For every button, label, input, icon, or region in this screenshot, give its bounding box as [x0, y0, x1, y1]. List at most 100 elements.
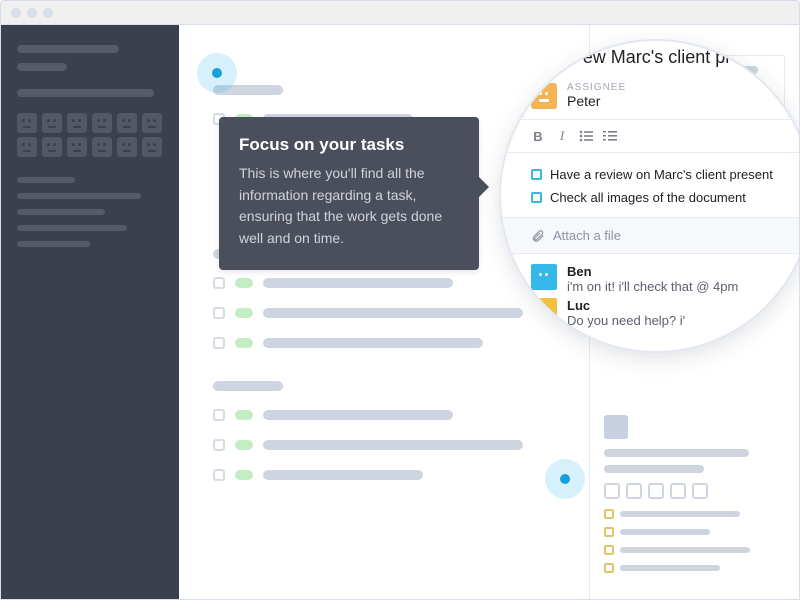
- bold-icon[interactable]: B: [531, 129, 545, 144]
- avatar-icon[interactable]: [117, 137, 137, 157]
- window-min-dot[interactable]: [27, 8, 37, 18]
- checkbox-icon[interactable]: [213, 277, 225, 289]
- checkbox-icon[interactable]: [213, 337, 225, 349]
- checklist-item[interactable]: [604, 527, 785, 537]
- sidebar-project-item[interactable]: [17, 225, 127, 231]
- checkbox-icon[interactable]: [531, 192, 542, 203]
- subtask-item[interactable]: Have a review on Marc's client present: [531, 163, 783, 186]
- italic-icon[interactable]: I: [555, 128, 569, 144]
- checkbox-icon[interactable]: [604, 545, 614, 555]
- avatar-icon[interactable]: [142, 113, 162, 133]
- task-title-placeholder: [263, 470, 423, 480]
- comment-author: Luc: [567, 298, 685, 313]
- checkbox-icon[interactable]: [213, 439, 225, 451]
- avatar-icon[interactable]: [67, 113, 87, 133]
- avatar-icon[interactable]: [42, 113, 62, 133]
- comment-row: Luc Do you need help? i': [501, 294, 800, 328]
- task-title-placeholder: [263, 308, 523, 318]
- assignee-row[interactable]: ASSIGNEE Peter: [501, 76, 800, 119]
- numbered-list-icon[interactable]: [603, 130, 617, 142]
- attach-file-label: Attach a file: [553, 228, 621, 243]
- detail-action-icon[interactable]: [670, 483, 686, 499]
- detail-action-icon[interactable]: [626, 483, 642, 499]
- task-row[interactable]: [213, 333, 569, 353]
- checkbox-icon[interactable]: [604, 509, 614, 519]
- comment-text: i'm on it! i'll check that @ 4pm: [567, 279, 738, 294]
- onboarding-hotspot[interactable]: [197, 53, 237, 93]
- zoom-lens: ew Marc's client pr ASSIGNEE Peter B I: [501, 41, 800, 351]
- avatar-icon[interactable]: [42, 137, 62, 157]
- subtask-text: Have a review on Marc's client present: [550, 167, 773, 182]
- assignee-label: ASSIGNEE: [567, 82, 626, 93]
- checkbox-icon[interactable]: [604, 527, 614, 537]
- sidebar-workspace-title: [17, 45, 119, 53]
- detail-meta-block: [604, 415, 785, 499]
- subtask-text: Check all images of the document: [550, 190, 746, 205]
- avatar-icon[interactable]: [142, 137, 162, 157]
- editor-toolbar: B I: [501, 119, 800, 153]
- task-tag: [235, 308, 253, 318]
- detail-action-icon[interactable]: [692, 483, 708, 499]
- sidebar-nav-item[interactable]: [17, 89, 154, 97]
- checkbox-icon[interactable]: [213, 307, 225, 319]
- sidebar-member-grid: [17, 113, 163, 157]
- task-title-placeholder: [263, 338, 483, 348]
- comment-avatar-icon: [531, 298, 557, 324]
- attach-file-button[interactable]: Attach a file: [501, 217, 800, 254]
- sidebar-section-header: [17, 177, 75, 183]
- comment-author: Ben: [567, 264, 738, 279]
- avatar-icon[interactable]: [67, 137, 87, 157]
- subtask-item[interactable]: Check all images of the document: [531, 186, 783, 209]
- task-title-placeholder: [263, 440, 523, 450]
- task-title-placeholder: [263, 410, 453, 420]
- sidebar-subtitle: [17, 63, 67, 71]
- onboarding-hotspot[interactable]: [545, 459, 585, 499]
- detail-action-icon[interactable]: [604, 483, 620, 499]
- avatar-icon[interactable]: [92, 137, 112, 157]
- sidebar-project-item[interactable]: [17, 209, 105, 215]
- subtask-checklist: Have a review on Marc's client present C…: [501, 153, 800, 217]
- checklist-item[interactable]: [604, 509, 785, 519]
- checkbox-icon[interactable]: [213, 469, 225, 481]
- detail-checklist: [604, 509, 785, 573]
- detail-icon-row: [604, 483, 785, 499]
- task-row[interactable]: [213, 405, 569, 425]
- checkbox-icon[interactable]: [531, 169, 542, 180]
- task-tag: [235, 410, 253, 420]
- comment-avatar-icon: [531, 264, 557, 290]
- avatar-icon[interactable]: [17, 137, 37, 157]
- bullet-list-icon[interactable]: [579, 130, 593, 142]
- detail-action-icon[interactable]: [648, 483, 664, 499]
- checkbox-icon[interactable]: [213, 409, 225, 421]
- window-close-dot[interactable]: [11, 8, 21, 18]
- checklist-item[interactable]: [604, 563, 785, 573]
- detail-avatar: [604, 415, 628, 439]
- assignee-avatar-icon: [531, 83, 557, 109]
- sidebar-projects: [17, 177, 163, 247]
- comment-text: Do you need help? i': [567, 313, 685, 328]
- app-window: Focus on your tasks This is where you'll…: [0, 0, 800, 600]
- checklist-item[interactable]: [604, 545, 785, 555]
- avatar-icon[interactable]: [17, 113, 37, 133]
- task-tag: [235, 278, 253, 288]
- sidebar: [1, 25, 179, 599]
- tooltip-body: This is where you'll find all the inform…: [239, 163, 459, 250]
- comment-row: Ben i'm on it! i'll check that @ 4pm: [501, 254, 800, 294]
- window-chrome: [1, 1, 799, 25]
- sidebar-project-item[interactable]: [17, 193, 141, 199]
- checkbox-icon[interactable]: [604, 563, 614, 573]
- task-tag: [235, 338, 253, 348]
- avatar-icon[interactable]: [92, 113, 112, 133]
- task-title-placeholder: [263, 278, 453, 288]
- attachment-icon: [531, 229, 545, 243]
- assignee-name: Peter: [567, 93, 626, 109]
- task-title: ew Marc's client pr: [501, 41, 800, 76]
- task-tag: [235, 440, 253, 450]
- onboarding-tooltip: Focus on your tasks This is where you'll…: [219, 117, 479, 270]
- tooltip-title: Focus on your tasks: [239, 135, 459, 155]
- avatar-icon[interactable]: [117, 113, 137, 133]
- sidebar-project-item[interactable]: [17, 241, 90, 247]
- window-max-dot[interactable]: [43, 8, 53, 18]
- task-row[interactable]: [213, 465, 569, 485]
- task-row[interactable]: [213, 435, 569, 455]
